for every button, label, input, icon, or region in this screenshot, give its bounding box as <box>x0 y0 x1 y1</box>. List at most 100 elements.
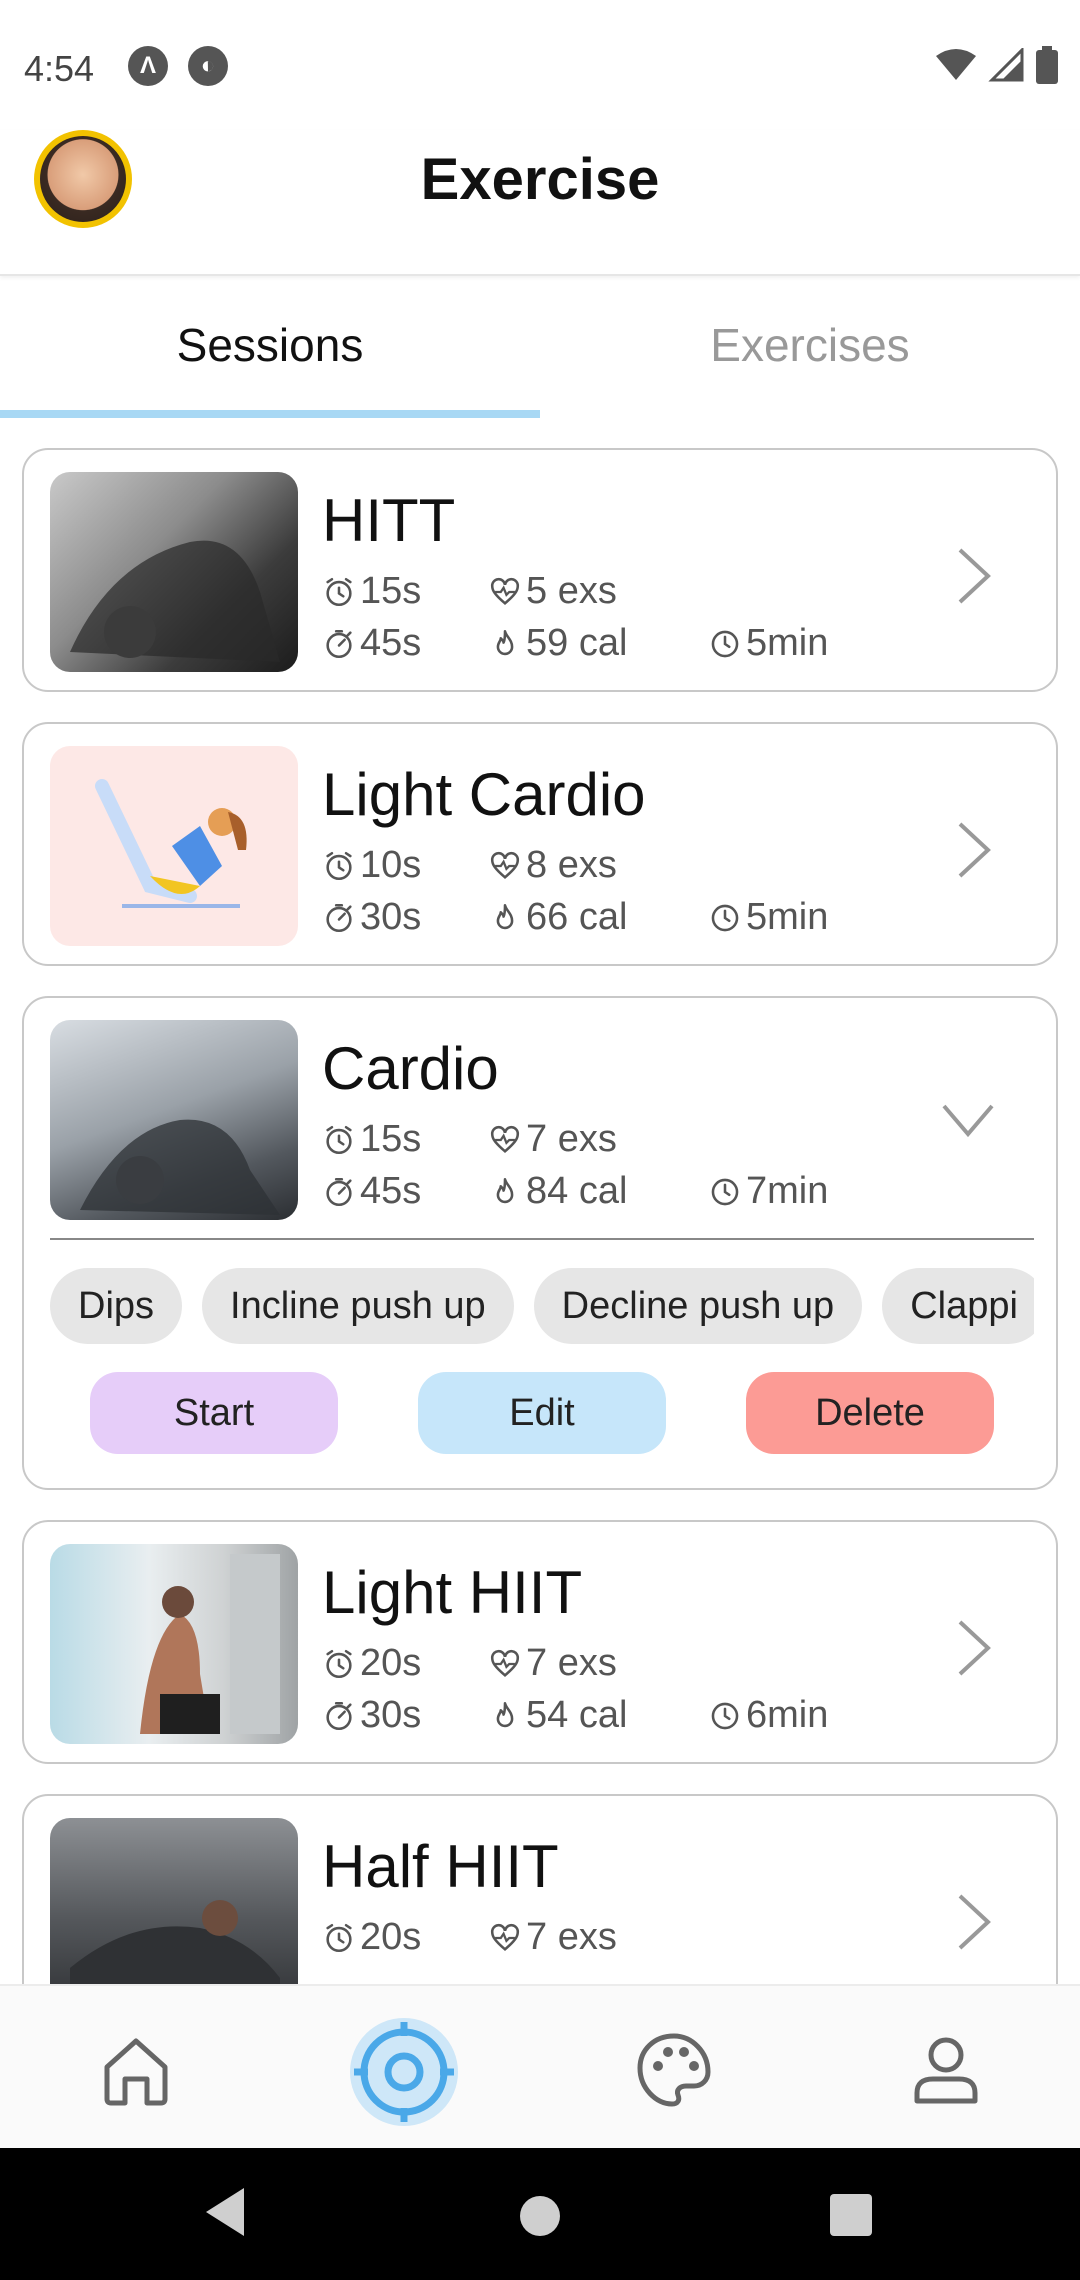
flame-icon <box>488 627 522 661</box>
work-time: 30s <box>322 896 421 939</box>
work-time: 30s <box>322 1694 421 1737</box>
exercise-chip[interactable]: Clappi <box>882 1268 1034 1344</box>
timer-icon <box>322 1921 356 1955</box>
palette-icon <box>637 2033 711 2107</box>
exercise-count: 5 exs <box>488 570 617 613</box>
nav-palette[interactable] <box>624 2020 724 2120</box>
rest-time: 15s <box>322 1118 421 1161</box>
session-card-expanded[interactable]: Cardio 15s 7 exs 45s 84 cal 7min Dips Inc… <box>22 996 1058 1490</box>
stopwatch-icon <box>322 901 356 935</box>
heartbeat-icon <box>488 1921 522 1955</box>
status-indicators <box>936 46 1058 84</box>
stopwatch-icon <box>322 627 356 661</box>
work-time: 45s <box>322 622 421 665</box>
exercise-chip[interactable]: Incline push up <box>202 1268 514 1344</box>
rest-time: 10s <box>322 844 421 887</box>
stopwatch-icon <box>322 1699 356 1733</box>
nav-exercise[interactable] <box>344 2012 464 2132</box>
tab-exercises[interactable]: Exercises <box>540 318 1080 372</box>
page-title: Exercise <box>420 147 660 212</box>
flame-icon <box>488 1175 522 1209</box>
total-duration: 5min <box>708 896 828 939</box>
clock-icon <box>708 901 742 935</box>
battery-icon <box>1036 46 1058 84</box>
session-card[interactable]: Half HIIT 20s 7 exs <box>22 1794 1058 1984</box>
edit-button[interactable]: Edit <box>418 1372 666 1454</box>
timer-icon <box>322 1647 356 1681</box>
start-button[interactable]: Start <box>90 1372 338 1454</box>
session-thumbnail <box>50 1544 298 1744</box>
profile-icon <box>914 2037 978 2104</box>
home-icon <box>104 2038 168 2106</box>
back-icon[interactable] <box>200 2184 248 2240</box>
calories: 66 cal <box>488 896 627 939</box>
tab-indicator <box>0 410 540 418</box>
session-name: Cardio <box>322 1035 499 1102</box>
exercise-count: 7 exs <box>488 1118 617 1161</box>
work-time: 45s <box>322 1170 421 1213</box>
stopwatch-icon <box>322 1175 356 1209</box>
notification-app-icon: Λ <box>128 46 168 86</box>
clock-icon <box>708 1175 742 1209</box>
chevron-down-icon[interactable] <box>940 1100 996 1140</box>
calories: 84 cal <box>488 1170 627 1213</box>
total-duration: 6min <box>708 1694 828 1737</box>
nav-profile[interactable] <box>896 2020 996 2120</box>
exercise-chip-row[interactable]: Dips Incline push up Decline push up Clappi <box>50 1268 1034 1344</box>
exercise-count: 7 exs <box>488 1642 617 1685</box>
timer-icon <box>322 1123 356 1157</box>
status-bar: 4:54 Λ ◐ <box>0 0 1080 130</box>
session-thumbnail <box>50 1818 298 1984</box>
chevron-right-icon[interactable] <box>954 546 994 606</box>
bottom-navigation <box>0 1984 1080 2148</box>
session-card[interactable]: HITT 15s 5 exs 45s 59 cal 5min <box>22 448 1058 692</box>
chevron-right-icon[interactable] <box>954 820 994 880</box>
heartbeat-icon <box>488 575 522 609</box>
session-name: Half HIIT <box>322 1833 559 1900</box>
delete-button[interactable]: Delete <box>746 1372 994 1454</box>
session-card[interactable]: Light HIIT 20s 7 exs 30s 54 cal 6min <box>22 1520 1058 1764</box>
signal-icon <box>988 48 1024 82</box>
session-card[interactable]: Light Cardio 10s 8 exs 30s 66 cal 5min <box>22 722 1058 966</box>
wifi-icon <box>936 49 976 80</box>
recents-icon[interactable] <box>828 2192 874 2238</box>
tab-sessions[interactable]: Sessions <box>0 318 540 372</box>
flame-icon <box>488 901 522 935</box>
exercise-count: 8 exs <box>488 844 617 887</box>
tab-bar: Sessions Exercises <box>0 278 1080 420</box>
system-navigation-bar <box>0 2148 1080 2280</box>
timer-icon <box>322 575 356 609</box>
clock-icon <box>708 627 742 661</box>
flame-icon <box>488 1699 522 1733</box>
target-icon <box>350 2018 458 2126</box>
exercise-chip[interactable]: Dips <box>50 1268 183 1344</box>
heartbeat-icon <box>488 1647 522 1681</box>
exercise-chip[interactable]: Decline push up <box>533 1268 863 1344</box>
clock-icon <box>708 1699 742 1733</box>
rest-time: 20s <box>322 1642 421 1685</box>
status-time: 4:54 <box>24 48 95 89</box>
notification-app-icon: ◐ <box>188 46 228 86</box>
rest-time: 20s <box>322 1916 421 1959</box>
exercise-count: 7 exs <box>488 1916 617 1959</box>
app-header: Exercise <box>0 130 1080 276</box>
session-thumbnail <box>50 1020 298 1220</box>
calories: 54 cal <box>488 1694 627 1737</box>
session-name: Light HIIT <box>322 1559 583 1626</box>
divider <box>50 1238 1034 1240</box>
chevron-right-icon[interactable] <box>954 1618 994 1678</box>
total-duration: 7min <box>708 1170 828 1213</box>
nav-home[interactable] <box>86 2020 186 2120</box>
heartbeat-icon <box>488 849 522 883</box>
total-duration: 5min <box>708 622 828 665</box>
chevron-right-icon[interactable] <box>954 1892 994 1952</box>
session-name: HITT <box>322 487 456 554</box>
heartbeat-icon <box>488 1123 522 1157</box>
session-list[interactable]: HITT 15s 5 exs 45s 59 cal 5min Light Car… <box>0 420 1080 1984</box>
timer-icon <box>322 849 356 883</box>
rest-time: 15s <box>322 570 421 613</box>
session-thumbnail <box>50 746 298 946</box>
home-circle-icon[interactable] <box>518 2194 562 2238</box>
session-name: Light Cardio <box>322 761 646 828</box>
session-thumbnail <box>50 472 298 672</box>
